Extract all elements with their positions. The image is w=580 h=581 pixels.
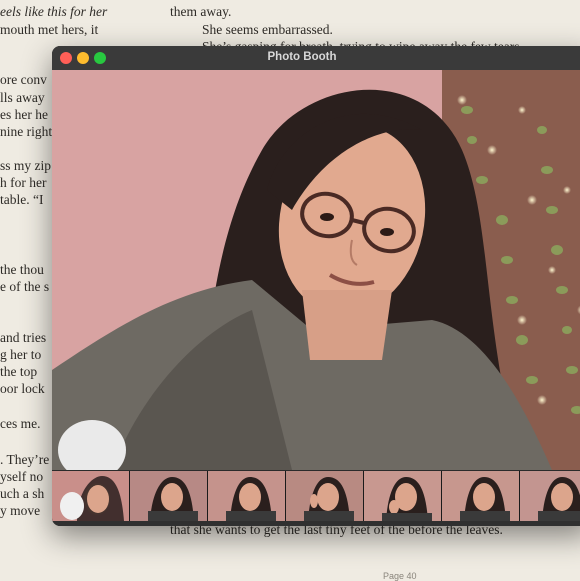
book-line: ss my zip <box>0 158 52 173</box>
camera-preview <box>52 70 580 470</box>
book-line: . They’re <box>0 452 50 467</box>
book-line: nine right <box>0 124 53 139</box>
book-line: She seems embarrassed. <box>202 22 333 37</box>
book-line: eels like this for her <box>0 4 108 19</box>
book-line: the thou <box>0 262 44 277</box>
thumbnail-3[interactable] <box>208 471 285 521</box>
book-line: y move <box>0 503 41 518</box>
book-line: them away. <box>170 4 232 19</box>
camera-feed-image <box>52 70 580 470</box>
bottom-toolbar <box>52 521 580 526</box>
thumbnail-strip <box>52 471 580 521</box>
book-line: yself no <box>0 469 44 484</box>
book-line: the top <box>0 364 38 379</box>
book-line: h for her <box>0 175 47 190</box>
book-line: e of the s <box>0 279 50 294</box>
book-line: ces me. <box>0 416 41 431</box>
book-line: ore conv <box>0 72 47 87</box>
book-line: oor lock <box>0 381 45 396</box>
book-line: g her to <box>0 347 42 362</box>
title-bar[interactable]: Photo Booth <box>52 46 580 71</box>
photo-booth-window: Photo Booth <box>52 46 580 526</box>
thumbnail-7[interactable] <box>520 471 580 521</box>
book-line: es her he <box>0 107 48 122</box>
thumbnail-5[interactable] <box>364 471 441 521</box>
book-line: and tries <box>0 330 47 345</box>
book-line: mouth met hers, it <box>0 22 99 37</box>
book-line: uch a sh <box>0 486 45 501</box>
window-title: Photo Booth <box>267 51 337 63</box>
thumbnail-1[interactable] <box>52 471 129 521</box>
thumbnail-6[interactable] <box>442 471 519 521</box>
thumbnail-4[interactable] <box>286 471 363 521</box>
thumbnail-2[interactable] <box>130 471 207 521</box>
book-line: lls away <box>0 90 45 105</box>
book-line: table. “I <box>0 192 44 207</box>
